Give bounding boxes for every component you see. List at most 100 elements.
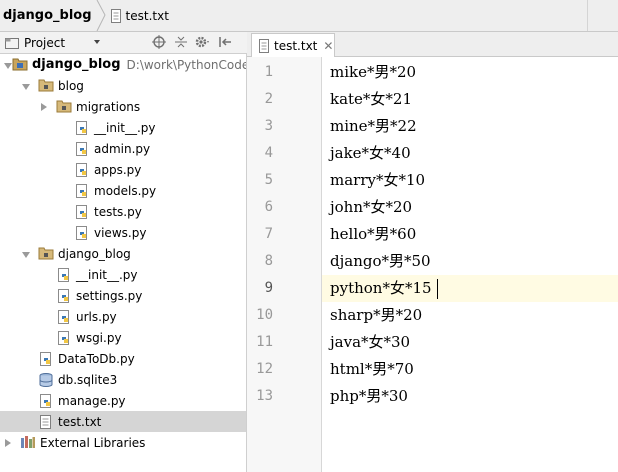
python-file-icon [56, 309, 72, 325]
breadcrumb-file-label: test.txt [125, 8, 169, 23]
python-file-icon [74, 204, 90, 220]
editor-tab-bar: test.txt ✕ [247, 32, 618, 57]
code-line[interactable]: marry*女*10 [330, 167, 425, 194]
python-file-icon [74, 183, 90, 199]
tree-item[interactable]: django_blog D:\work\PythonCode\ [0, 54, 246, 75]
tree-item[interactable]: __init__.py [0, 117, 246, 138]
python-file-icon [38, 393, 54, 409]
python-file-icon [74, 141, 90, 157]
tree-item[interactable]: views.py [0, 222, 246, 243]
code-line[interactable]: jake*女*40 [330, 140, 411, 167]
tree-item-label: django_blog [58, 246, 131, 261]
tree-item-label: django_blog [32, 57, 121, 72]
code-line[interactable]: kate*女*21 [330, 86, 412, 113]
tree-item-label: test.txt [58, 414, 102, 429]
code-line[interactable]: mike*男*20 [330, 59, 416, 86]
tree-item-label: manage.py [58, 393, 126, 408]
hide-panel-icon[interactable] [214, 35, 236, 52]
tree-item[interactable]: migrations [0, 96, 246, 117]
project-folder-icon [12, 57, 28, 73]
tree-item-label: blog [58, 78, 84, 93]
tree-item[interactable]: manage.py [0, 390, 246, 411]
collapse-all-icon[interactable] [170, 35, 192, 52]
breadcrumb-project[interactable]: django_blog [0, 8, 92, 23]
code-line[interactable]: java*女*30 [330, 329, 410, 356]
code-line[interactable]: django*男*50 [330, 248, 431, 275]
text-caret [437, 279, 438, 299]
scroll-from-source-icon[interactable] [148, 34, 170, 52]
tree-item-label: models.py [94, 183, 157, 198]
line-number: 4 [264, 145, 273, 161]
code-line[interactable]: john*女*20 [330, 194, 412, 221]
tree-item-label: urls.py [76, 309, 117, 324]
tree-item-label: tests.py [94, 204, 142, 219]
line-number: 5 [264, 172, 273, 188]
tab-label: test.txt [274, 38, 318, 53]
collapse-arrow-icon[interactable] [40, 102, 48, 111]
line-number: 2 [264, 91, 273, 107]
python-file-icon [56, 288, 72, 304]
tree-item[interactable]: urls.py [0, 306, 246, 327]
settings-icon[interactable] [192, 35, 214, 52]
python-file-icon [56, 267, 72, 283]
tree-item[interactable]: db.sqlite3 [0, 369, 246, 390]
tree-item[interactable]: test.txt [0, 411, 246, 432]
python-file-icon [74, 120, 90, 136]
tree-item[interactable]: tests.py [0, 201, 246, 222]
python-file-icon [74, 225, 90, 241]
tree-item-label: External Libraries [40, 435, 146, 450]
python-file-icon [74, 162, 90, 178]
text-file-icon [38, 414, 54, 430]
python-file-icon [56, 330, 72, 346]
tree-item[interactable]: models.py [0, 180, 246, 201]
tree-item[interactable]: settings.py [0, 285, 246, 306]
tree-item-label: __init__.py [94, 120, 156, 135]
code-line[interactable]: hello*男*60 [330, 221, 416, 248]
code-line[interactable]: php*男*30 [330, 383, 408, 410]
tree-item[interactable]: External Libraries [0, 432, 246, 453]
tree-item[interactable]: admin.py [0, 138, 246, 159]
line-number: 6 [264, 199, 273, 215]
tree-item-label: __init__.py [76, 267, 138, 282]
tree-item-label: db.sqlite3 [58, 372, 118, 387]
code-line[interactable]: python*女*15 [330, 275, 432, 302]
libraries-icon [20, 435, 36, 451]
tree-item-label: apps.py [94, 162, 142, 177]
line-number: 9 [264, 280, 273, 296]
code-line[interactable]: html*男*70 [330, 356, 414, 383]
code-line[interactable]: sharp*男*20 [330, 302, 422, 329]
project-view-icon [5, 37, 19, 49]
breadcrumb-file[interactable]: test.txt [110, 8, 169, 23]
tree-item[interactable]: blog [0, 75, 246, 96]
text-file-icon [259, 38, 269, 53]
tree-item-label: migrations [76, 99, 141, 114]
tree-item[interactable]: apps.py [0, 159, 246, 180]
tab-test-txt[interactable]: test.txt ✕ [251, 33, 335, 57]
tree-item[interactable]: DataToDb.py [0, 348, 246, 369]
expand-arrow-icon[interactable] [22, 82, 30, 90]
tree-item-label: DataToDb.py [58, 351, 135, 366]
close-icon[interactable]: ✕ [323, 39, 333, 53]
line-number: 3 [264, 118, 273, 134]
tree-item-label: settings.py [76, 288, 143, 303]
collapse-arrow-icon[interactable] [4, 438, 12, 447]
project-view-selector[interactable]: Project [0, 36, 105, 50]
line-number: 13 [256, 388, 273, 404]
expand-arrow-icon[interactable] [22, 250, 30, 258]
tree-item[interactable]: wsgi.py [0, 327, 246, 348]
line-number: 1 [264, 64, 273, 80]
tree-item[interactable]: __init__.py [0, 264, 246, 285]
tree-item[interactable]: django_blog [0, 243, 246, 264]
code-line[interactable]: mine*男*22 [330, 113, 417, 140]
navigation-breadcrumb: django_blog test.txt [0, 0, 618, 32]
